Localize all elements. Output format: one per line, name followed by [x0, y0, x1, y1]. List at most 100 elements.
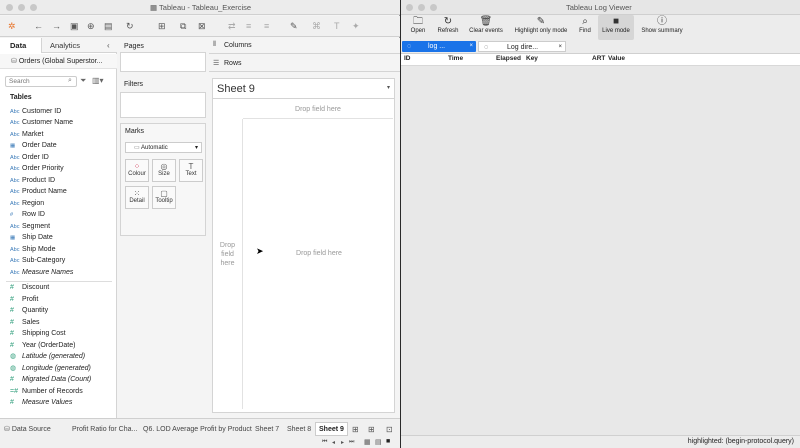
view-options-icon[interactable]: ▥▾ — [92, 76, 104, 85]
show-summary-button[interactable]: ⓘ Show summary — [638, 16, 686, 38]
tab-sheet-7[interactable]: Sheet 7 — [255, 424, 279, 436]
save-icon[interactable]: ▣ — [70, 21, 79, 31]
new-dashboard-tab-icon[interactable]: ⊞ — [368, 425, 375, 434]
tab-analytics[interactable]: Analytics — [50, 38, 80, 53]
measure-field[interactable]: # Sales — [10, 317, 40, 328]
dimension-field[interactable]: Abc Order Priority — [10, 163, 64, 174]
new-data-source-icon[interactable]: ⊕ — [87, 21, 95, 31]
filter-fields-icon[interactable]: ⏷ — [80, 76, 86, 86]
pause-updates-icon[interactable]: ▤ — [104, 21, 113, 31]
tableau-logo-icon[interactable]: ✲ — [8, 21, 16, 31]
back-icon[interactable]: ← — [34, 21, 43, 31]
col-key[interactable]: Key — [526, 55, 538, 62]
tab-q6-lod[interactable]: Q6. LOD Average Profit by Product — [143, 424, 252, 436]
rows-drop-zone[interactable]: Drop field here — [213, 119, 243, 409]
title-menu-icon[interactable]: ▾ — [387, 84, 390, 91]
text-button[interactable]: T Text — [179, 159, 203, 182]
dimension-field[interactable]: Abc Product Name — [10, 186, 67, 197]
dimension-field[interactable]: Abc Product ID — [10, 175, 55, 186]
mark-type-select[interactable]: ▭ Automatic ▾ — [125, 142, 202, 153]
measure-field[interactable]: ◍ Latitude (generated) — [10, 351, 85, 362]
clear-sheet-icon[interactable]: ⊠ — [198, 21, 206, 31]
group-members-icon[interactable]: ⌘ — [312, 21, 321, 31]
log-tab-directory[interactable]: ◌ Log dire... × — [478, 41, 566, 52]
fix-axes-icon[interactable]: ✦ — [352, 21, 360, 31]
pages-shelf[interactable] — [120, 52, 206, 72]
tab-data[interactable]: Data — [0, 38, 42, 53]
colour-button[interactable]: ⁘ Colour — [125, 159, 149, 182]
columns-drop-zone[interactable]: Drop field here — [243, 101, 393, 119]
measure-field[interactable]: # Year (OrderDate) — [10, 340, 75, 351]
highlight-icon[interactable]: ✎ — [290, 21, 298, 31]
filters-shelf[interactable] — [120, 92, 206, 118]
dimension-field[interactable]: Abc Customer Name — [10, 117, 73, 128]
show-tabs-icon[interactable]: ■ — [386, 438, 390, 445]
measure-field[interactable]: # Quantity — [10, 305, 48, 316]
dimension-field[interactable]: Abc Order ID — [10, 152, 49, 163]
sort-ascending-icon[interactable]: ≡ — [246, 21, 251, 31]
dimension-field[interactable]: Abc Market — [10, 129, 43, 140]
log-tab-active[interactable]: ◌ log ... × — [402, 41, 476, 52]
measure-field[interactable]: ◍ Longitude (generated) — [10, 363, 91, 374]
close-tab-icon[interactable]: × — [558, 42, 562, 53]
live-mode-button[interactable]: ■ Live mode — [598, 15, 634, 40]
dimension-field[interactable]: Abc Segment — [10, 221, 50, 232]
first-sheet-icon[interactable]: ⏮ — [322, 439, 327, 446]
columns-shelf[interactable]: ⦀ Columns — [209, 38, 400, 54]
log-zoom-window-button[interactable] — [430, 4, 437, 11]
last-sheet-icon[interactable]: ⏭ — [349, 439, 354, 446]
col-id[interactable]: ID — [404, 55, 411, 62]
search-input[interactable] — [5, 76, 77, 87]
new-worksheet-icon[interactable]: ⊞ — [158, 21, 166, 31]
dimension-field[interactable]: Abc Measure Names — [10, 267, 73, 278]
sort-descending-icon[interactable]: ≡ — [264, 21, 269, 31]
dimension-field[interactable]: Abc Ship Mode — [10, 244, 55, 255]
duplicate-sheet-icon[interactable]: ⧉ — [180, 21, 186, 31]
minimize-window-button[interactable] — [18, 4, 25, 11]
show-mark-labels-icon[interactable]: T — [334, 21, 340, 31]
col-time[interactable]: Time — [448, 55, 463, 62]
refresh-button[interactable]: ↻ Refresh — [434, 16, 462, 38]
measure-field[interactable]: # Profit — [10, 294, 38, 305]
tab-sheet-8[interactable]: Sheet 8 — [287, 424, 311, 436]
refresh-data-icon[interactable]: ↻ — [126, 21, 134, 31]
dimension-field[interactable]: ▦ Order Date — [10, 140, 57, 151]
swap-rows-columns-icon[interactable]: ⇄ — [228, 21, 236, 31]
tab-sheet-9[interactable]: Sheet 9 — [315, 422, 348, 436]
close-tab-icon[interactable]: × — [469, 41, 473, 52]
col-elapsed[interactable]: Elapsed — [496, 55, 521, 62]
measure-field[interactable]: # Measure Values — [10, 397, 72, 408]
dimension-field[interactable]: ▦ Ship Date — [10, 232, 53, 243]
col-art[interactable]: ART — [592, 55, 605, 62]
clear-events-button[interactable]: 🗑 Clear events — [467, 16, 505, 38]
dimension-field[interactable]: Abc Region — [10, 198, 44, 209]
view-drop-zone[interactable]: Drop field here — [244, 119, 394, 409]
prev-sheet-icon[interactable]: ◂ — [332, 439, 335, 446]
open-button[interactable]: 🗀 Open — [407, 16, 429, 38]
dimension-field[interactable]: Abc Customer ID — [10, 106, 61, 117]
tab-profit-ratio[interactable]: Profit Ratio for Cha... — [72, 424, 137, 436]
close-window-button[interactable] — [6, 4, 13, 11]
measure-field[interactable]: =# Number of Records — [10, 386, 83, 397]
rows-shelf[interactable]: ☰ Rows — [209, 56, 400, 72]
show-filmstrip-icon[interactable]: ▤ — [375, 438, 382, 446]
collapse-pane-icon[interactable]: ‹ — [107, 41, 110, 50]
show-sheet-sorter-icon[interactable]: ▦ — [364, 438, 371, 446]
forward-icon[interactable]: → — [52, 21, 61, 31]
sheet-title[interactable]: Sheet 9 ▾ — [213, 79, 394, 99]
tab-data-source[interactable]: ⛁ Data Source — [4, 424, 51, 436]
tooltip-button[interactable]: ▢ Tooltip — [152, 186, 176, 209]
log-close-window-button[interactable] — [406, 4, 413, 11]
find-button[interactable]: ⌕ Find — [575, 16, 595, 38]
size-button[interactable]: ◎ Size — [152, 159, 176, 182]
dimension-field[interactable]: # Row ID — [10, 209, 45, 220]
detail-button[interactable]: ⁙ Detail — [125, 186, 149, 209]
new-story-tab-icon[interactable]: ⊡ — [386, 425, 393, 434]
log-minimize-window-button[interactable] — [418, 4, 425, 11]
data-source-item[interactable]: ⛁ Orders (Global Superstor... — [0, 54, 117, 69]
measure-field[interactable]: # Shipping Cost — [10, 328, 66, 339]
dimension-field[interactable]: Abc Sub-Category — [10, 255, 65, 266]
zoom-window-button[interactable] — [30, 4, 37, 11]
next-sheet-icon[interactable]: ▸ — [341, 439, 344, 446]
highlight-only-mode-button[interactable]: ✎ Highlight only mode — [511, 16, 571, 38]
